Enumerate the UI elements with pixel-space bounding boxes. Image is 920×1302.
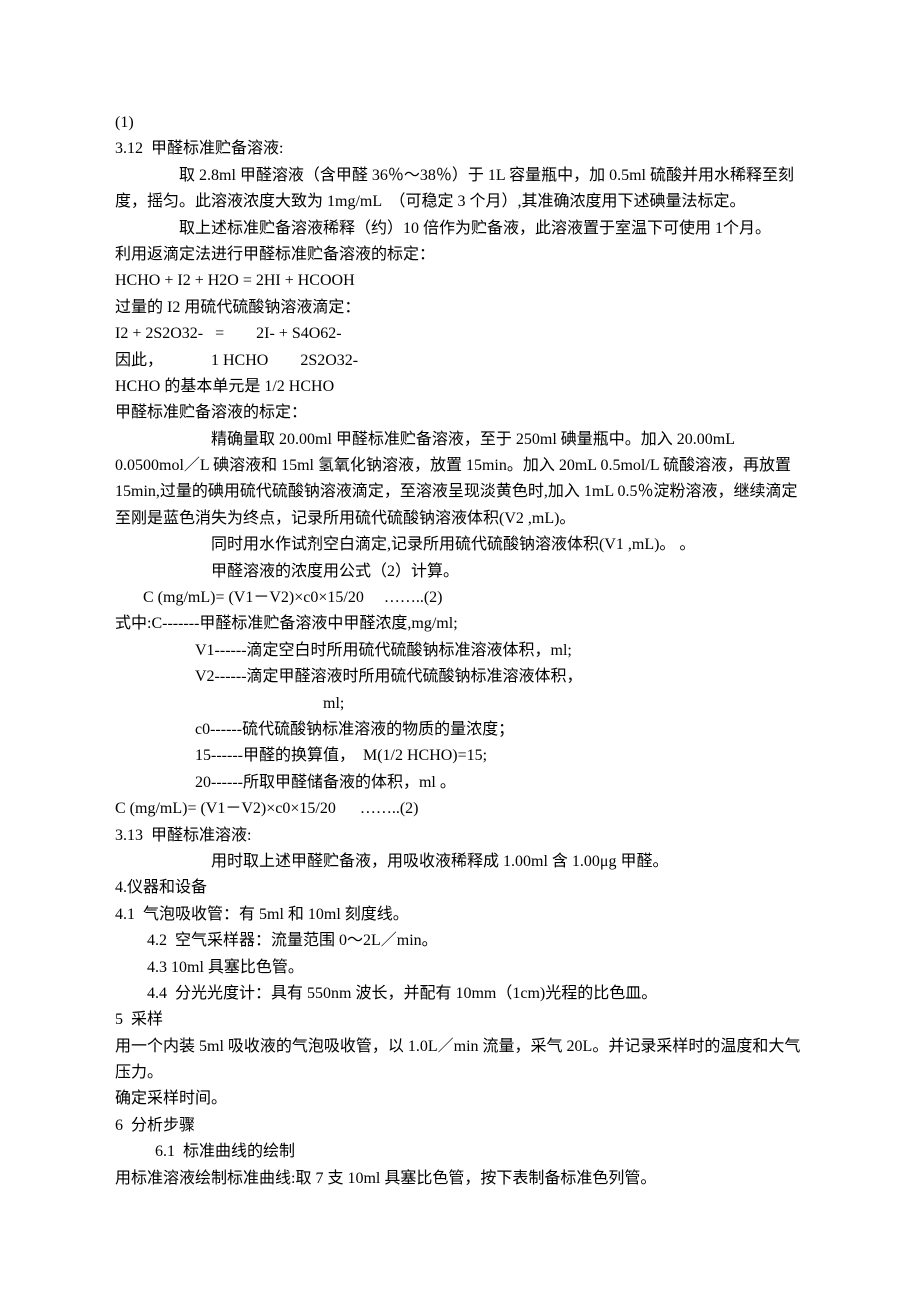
text-line: 5 采样 [115, 1007, 805, 1033]
text-line: 因此， 1 HCHO 2S2O32- [115, 348, 805, 374]
text-line: 3.12 甲醛标准贮备溶液: [115, 136, 805, 162]
text-line: (1) [115, 110, 805, 136]
text-line: 确定采样时间。 [115, 1086, 805, 1112]
text-line: 15------甲醛的换算值， M(1/2 HCHO)=15; [115, 743, 805, 769]
document-page: (1) 3.12 甲醛标准贮备溶液: 取 2.8ml 甲醛溶液（含甲醛 36％～… [0, 0, 920, 1302]
text-line: 用时取上述甲醛贮备液，用吸收液稀释成 1.00ml 含 1.00μg 甲醛。 [115, 849, 805, 875]
text-line: V2------滴定甲醛溶液时所用硫代硫酸钠标准溶液体积， [115, 664, 805, 690]
text-line: HCHO + I2 + H2O = 2HI + HCOOH [115, 268, 805, 294]
text-line: 取 2.8ml 甲醛溶液（含甲醛 36％～38％）于 1L 容量瓶中，加 0.5… [115, 163, 805, 216]
text-line: 4.4 分光光度计：具有 550nm 波长，并配有 10mm（1cm)光程的比色… [115, 981, 805, 1007]
text-line: 同时用水作试剂空白滴定,记录所用硫代硫酸钠溶液体积(V1 ,mL)。 。 [115, 532, 805, 558]
text-line: 利用返滴定法进行甲醛标准贮备溶液的标定： [115, 242, 805, 268]
text-line: 用一个内装 5ml 吸收液的气泡吸收管，以 1.0L／min 流量，采气 20L… [115, 1034, 805, 1087]
text-line: 甲醛标准贮备溶液的标定： [115, 400, 805, 426]
text-line: 式中:C-------甲醛标准贮备溶液中甲醛浓度,mg/ml; [115, 611, 805, 637]
text-line: I2 + 2S2O32- = 2I- + S4O62- [115, 321, 805, 347]
text-line: HCHO 的基本单元是 1/2 HCHO [115, 374, 805, 400]
text-line: C (mg/mL)= (V1－V2)×c0×15/20 ……..(2) [115, 796, 805, 822]
text-line: 4.2 空气采样器：流量范围 0～2L／min。 [115, 928, 805, 954]
text-line: 3.13 甲醛标准溶液: [115, 823, 805, 849]
text-line: 用标准溶液绘制标准曲线:取 7 支 10ml 具塞比色管，按下表制备标准色列管。 [115, 1166, 805, 1192]
text-line: 4.3 10ml 具塞比色管。 [115, 955, 805, 981]
text-line: 精确量取 20.00ml 甲醛标准贮备溶液，至于 250ml 碘量瓶中。加入 2… [115, 427, 805, 533]
text-line: 取上述标准贮备溶液稀释（约）10 倍作为贮备液，此溶液置于室温下可使用 1个月。 [115, 216, 805, 242]
text-line: 过量的 I2 用硫代硫酸钠溶液滴定： [115, 295, 805, 321]
text-line: 4.仪器和设备 [115, 875, 805, 901]
text-line: ml; [115, 691, 805, 717]
text-line: c0------硫代硫酸钠标准溶液的物质的量浓度； [115, 717, 805, 743]
text-line: 20------所取甲醛储备液的体积，ml 。 [115, 770, 805, 796]
text-line: V1------滴定空白时所用硫代硫酸钠标准溶液体积，ml; [115, 638, 805, 664]
text-line: C (mg/mL)= (V1－V2)×c0×15/20 ……..(2) [115, 585, 805, 611]
text-line: 4.1 气泡吸收管：有 5ml 和 10ml 刻度线。 [115, 902, 805, 928]
text-line: 6 分析步骤 [115, 1113, 805, 1139]
text-line: 6.1 标准曲线的绘制 [115, 1139, 805, 1165]
text-line: 甲醛溶液的浓度用公式（2）计算。 [115, 559, 805, 585]
